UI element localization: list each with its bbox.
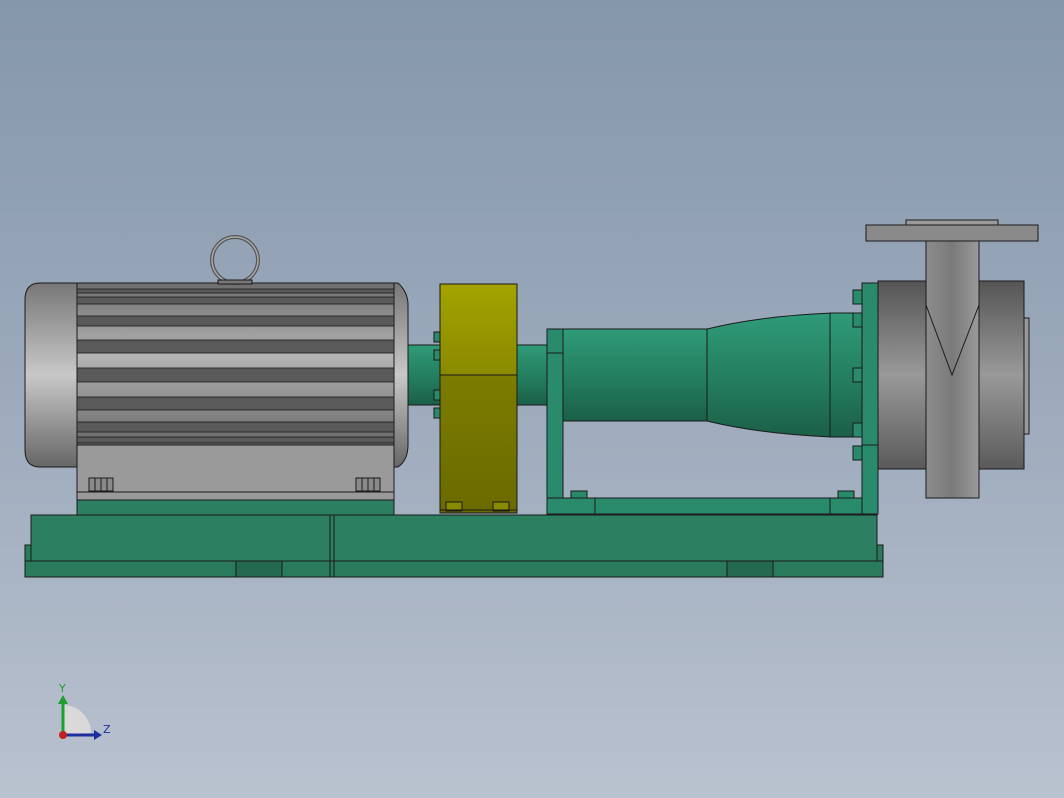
cad-viewport[interactable]: Y Z [0, 0, 1064, 798]
x-axis-dot [59, 731, 67, 739]
z-axis-label: Z [103, 723, 111, 736]
coupling-guard[interactable] [439, 283, 518, 514]
pump-assembly-drawing: Y Z [24, 219, 1039, 740]
motor-shaft [407, 331, 441, 419]
pump-casing[interactable] [865, 219, 1039, 499]
motor-foot-bolt [88, 477, 114, 492]
lifting-eye [210, 235, 260, 285]
baseplate[interactable] [24, 514, 884, 578]
electric-motor[interactable] [24, 235, 409, 516]
triad-plane-shade [63, 705, 91, 735]
motor-foot-bolt [355, 477, 381, 492]
bearing-housing[interactable] [516, 282, 879, 515]
view-triad[interactable]: Y Z [58, 682, 111, 740]
y-axis-label: Y [58, 682, 66, 695]
flange-bolt [852, 289, 863, 461]
discharge-flange [865, 224, 1039, 242]
